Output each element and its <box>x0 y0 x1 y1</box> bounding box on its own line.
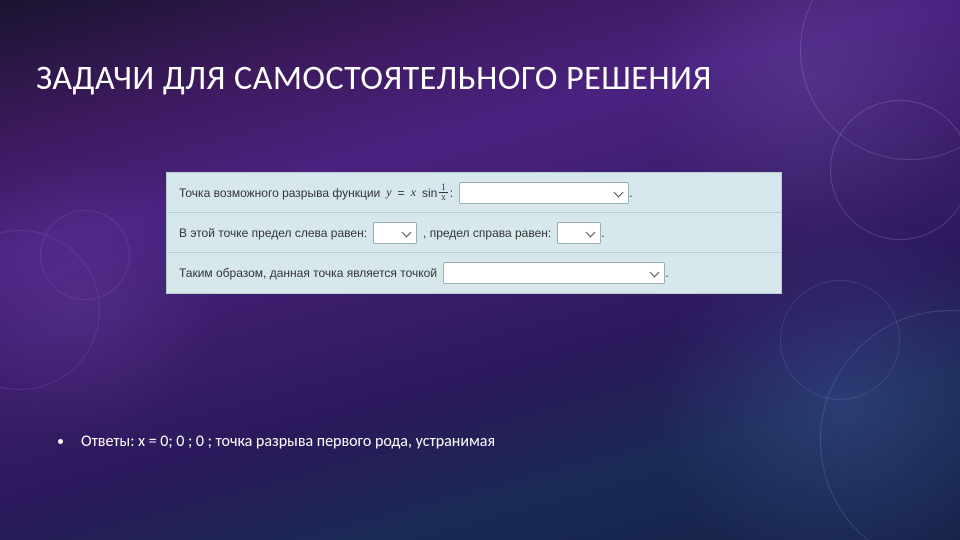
question-row-1: Точка возможного разрыва функции y = x s… <box>167 173 781 213</box>
question-panel: Точка возможного разрыва функции y = x s… <box>166 172 782 294</box>
chevron-down-icon <box>614 188 624 198</box>
math-fraction: 1 x <box>439 183 448 202</box>
bullet-icon <box>58 439 63 444</box>
chevron-down-icon <box>586 228 596 238</box>
math-x: x <box>411 185 416 200</box>
q2-period: . <box>601 226 604 240</box>
answers-text: Ответы: х = 0; 0 ; 0 ; точка разрыва пер… <box>81 432 495 451</box>
q3-period: . <box>665 266 668 280</box>
decorative-ring <box>40 210 130 300</box>
question-row-2: В этой точке предел слева равен: , преде… <box>167 213 781 253</box>
q2-label-right: , предел справа равен: <box>423 226 551 240</box>
q1-colon: : <box>450 186 453 200</box>
answers-line: Ответы: х = 0; 0 ; 0 ; точка разрыва пер… <box>58 432 495 451</box>
q1-period: . <box>629 186 632 200</box>
decorative-ring <box>830 100 960 240</box>
q3-dropdown[interactable] <box>443 262 665 284</box>
q1-label: Точка возможного разрыва функции <box>179 186 380 200</box>
fraction-denominator: x <box>439 193 448 202</box>
chevron-down-icon <box>402 228 412 238</box>
q1-dropdown[interactable] <box>459 182 629 204</box>
q2-dropdown-left[interactable] <box>373 222 417 244</box>
math-y: y <box>386 185 391 200</box>
q2-label-left: В этой точке предел слева равен: <box>179 226 367 240</box>
q3-label: Таким образом, данная точка является точ… <box>179 266 437 280</box>
math-sin: sin <box>422 186 437 200</box>
chevron-down-icon <box>650 268 660 278</box>
question-row-3: Таким образом, данная точка является точ… <box>167 253 781 293</box>
math-eq: = <box>398 186 405 200</box>
decorative-ring <box>780 280 900 400</box>
page-title: ЗАДАЧИ ДЛЯ САМОСТОЯТЕЛЬНОГО РЕШЕНИЯ <box>36 58 712 99</box>
q2-dropdown-right[interactable] <box>557 222 601 244</box>
